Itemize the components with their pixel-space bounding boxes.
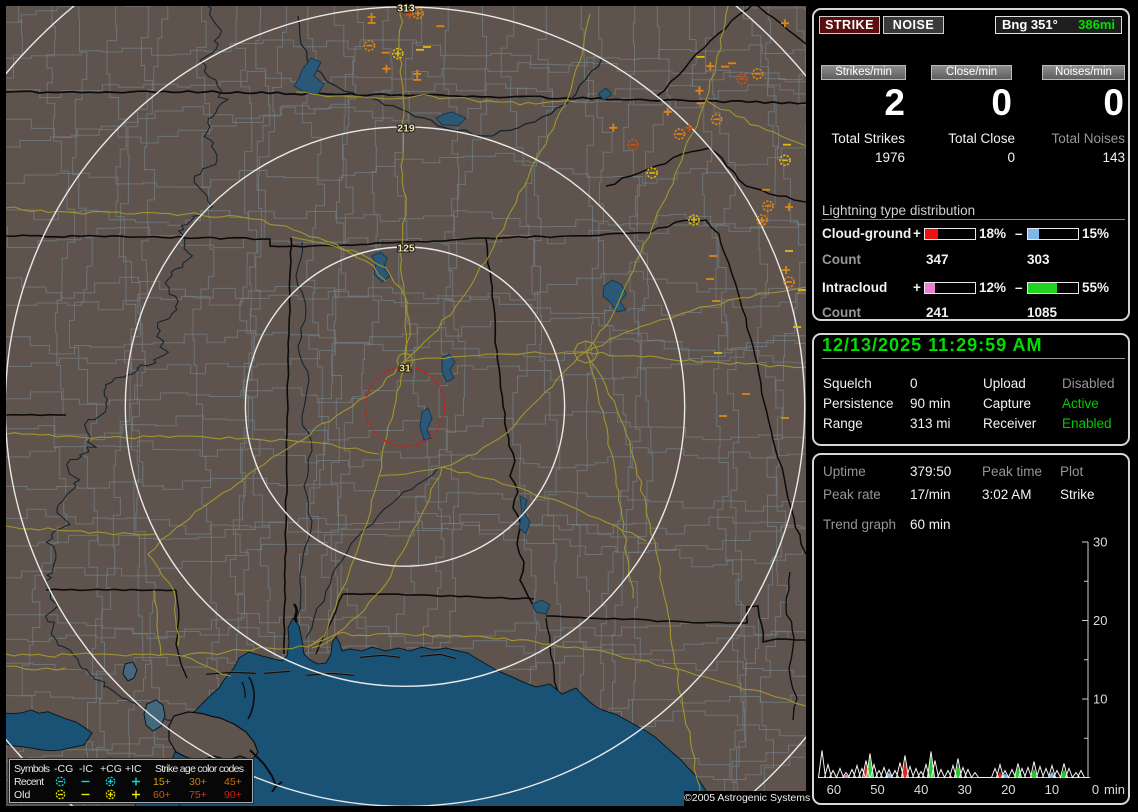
svg-text:30: 30 [1093, 535, 1107, 550]
svg-text:Old: Old [14, 789, 31, 801]
svg-text:30: 30 [957, 782, 971, 797]
svg-text:Symbols: Symbols [14, 763, 50, 775]
svg-text:90+: 90+ [224, 789, 242, 801]
svg-text:0: 0 [1092, 782, 1099, 797]
svg-text:40: 40 [914, 782, 928, 797]
svg-text:15+: 15+ [153, 776, 171, 788]
svg-text:31: 31 [399, 363, 411, 375]
svg-text:60+: 60+ [153, 789, 171, 801]
svg-text:125: 125 [397, 243, 415, 255]
svg-text:Strike age color codes: Strike age color codes [155, 763, 244, 775]
svg-text:313: 313 [397, 2, 415, 14]
svg-text:219: 219 [397, 122, 415, 134]
svg-text:20: 20 [1001, 782, 1015, 797]
svg-text:75+: 75+ [189, 789, 207, 801]
svg-text:60: 60 [827, 782, 841, 797]
svg-text:50: 50 [870, 782, 884, 797]
svg-text:10: 10 [1093, 692, 1107, 707]
svg-text:Recent: Recent [14, 776, 44, 788]
svg-text:-IC: -IC [79, 763, 93, 775]
svg-text:min: min [1104, 782, 1125, 797]
svg-text:20: 20 [1093, 613, 1107, 628]
svg-text:10: 10 [1045, 782, 1059, 797]
svg-text:30+: 30+ [189, 776, 207, 788]
svg-text:45+: 45+ [224, 776, 242, 788]
svg-text:+IC: +IC [125, 763, 142, 775]
svg-text:+CG: +CG [100, 763, 122, 775]
svg-text:-CG: -CG [54, 763, 73, 775]
